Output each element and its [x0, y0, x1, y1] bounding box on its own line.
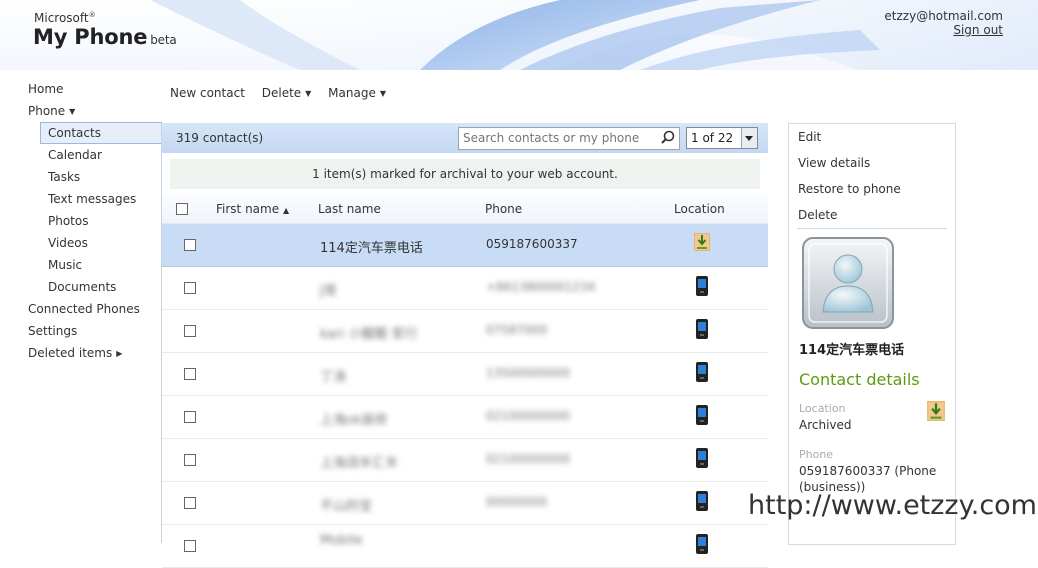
table-row[interactable]: 不山的宝 00000000 — [162, 482, 768, 525]
row-checkbox[interactable] — [184, 497, 196, 509]
delete-menu[interactable]: Delete ▼ — [262, 83, 312, 104]
nav-photos[interactable]: Photos — [0, 210, 162, 232]
row-phone: 07587000 — [486, 323, 548, 337]
phone-icon — [696, 448, 708, 471]
phone-icon — [696, 362, 708, 385]
nav-text-messages[interactable]: Text messages — [0, 188, 162, 210]
header-banner: Microsoft® My Phone beta etzzy@hotmail.co… — [0, 0, 1038, 70]
archival-notice: 1 item(s) marked for archival to your we… — [170, 159, 760, 189]
row-last-name: J哥 — [320, 284, 337, 299]
nav-contacts[interactable]: Contacts — [40, 122, 162, 144]
nav-settings[interactable]: Settings — [0, 320, 162, 342]
phone-icon — [696, 319, 708, 342]
nav-connected-phones[interactable]: Connected Phones — [0, 298, 162, 320]
archive-icon — [927, 401, 945, 424]
nav-tasks[interactable]: Tasks — [0, 166, 162, 188]
column-location[interactable]: Location — [674, 195, 725, 223]
contact-list-panel: 319 contact(s) 1 of 22 1 item(s) marked … — [161, 123, 768, 568]
row-checkbox[interactable] — [184, 325, 196, 337]
avatar — [801, 236, 895, 333]
phone-icon — [696, 405, 708, 428]
sign-out-link[interactable]: Sign out — [953, 23, 1003, 37]
nav-deleted-items[interactable]: Deleted items ▶ — [0, 342, 162, 364]
row-checkbox[interactable] — [184, 540, 196, 552]
row-last-name: Mobile — [320, 533, 363, 548]
contact-details-panel: Edit View details Restore to phone Delet… — [788, 123, 956, 545]
row-last-name: 114定汽车票电话 — [320, 241, 423, 256]
nav-videos[interactable]: Videos — [0, 232, 162, 254]
restore-to-phone-action[interactable]: Restore to phone — [789, 176, 955, 202]
phone-icon — [696, 534, 708, 557]
manage-menu[interactable]: Manage ▼ — [328, 83, 386, 104]
view-details-action[interactable]: View details — [789, 150, 955, 176]
column-phone[interactable]: Phone — [485, 195, 522, 223]
edit-action[interactable]: Edit — [789, 124, 955, 150]
search-box — [458, 127, 680, 150]
sort-ascending-icon: ▲ — [282, 206, 290, 215]
divider — [797, 228, 947, 229]
archive-icon — [694, 233, 710, 254]
table-row[interactable]: Mobile — [162, 525, 768, 568]
nav-phone[interactable]: Phone ▼ — [0, 100, 162, 122]
row-phone: +8613800001234 — [486, 280, 596, 294]
nav-documents[interactable]: Documents — [0, 276, 162, 298]
nav-calendar[interactable]: Calendar — [0, 144, 162, 166]
row-last-name: 上海ok装修 — [320, 413, 388, 428]
table-row[interactable]: kari 小醒醒 家行 07587000 — [162, 310, 768, 353]
microsoft-wordmark: Microsoft® — [34, 11, 96, 25]
new-contact-button[interactable]: New contact — [170, 83, 245, 103]
table-row[interactable]: 114定汽车票电话 059187600337 — [162, 224, 768, 267]
row-checkbox[interactable] — [184, 282, 196, 294]
page-selector[interactable]: 1 of 22 — [686, 127, 758, 149]
chevron-right-icon: ▶ — [116, 349, 123, 358]
phone-label: Phone — [799, 448, 834, 461]
contact-details-title: Contact details — [799, 370, 920, 389]
phone-icon — [696, 276, 708, 299]
search-input[interactable] — [459, 128, 657, 147]
contact-count: 319 contact(s) — [176, 131, 264, 145]
contact-name: 114定汽车票电话 — [799, 343, 905, 358]
location-label: Location — [799, 402, 846, 415]
chevron-down-icon: ▼ — [305, 89, 312, 98]
chevron-down-icon: ▼ — [379, 89, 386, 98]
left-navigation: Home Phone ▼ Contacts Calendar Tasks Text… — [0, 78, 162, 364]
list-header-bar: 319 contact(s) 1 of 22 — [162, 123, 768, 153]
row-last-name: 上海润丰汇丰 — [320, 456, 399, 471]
column-last-name[interactable]: Last name — [318, 195, 381, 223]
column-first-name[interactable]: First name ▲ — [216, 195, 289, 225]
search-icon[interactable] — [659, 129, 677, 147]
row-phone: 13500000000 — [486, 366, 570, 380]
nav-music[interactable]: Music — [0, 254, 162, 276]
delete-action[interactable]: Delete — [789, 202, 955, 228]
user-email: etzzy@hotmail.com — [884, 9, 1003, 23]
row-last-name: 丁涛 — [320, 370, 347, 385]
row-phone: 02100000000 — [486, 452, 570, 466]
table-row[interactable]: 上海润丰汇丰 02100000000 — [162, 439, 768, 482]
toolbar: New contact Delete ▼ Manage ▼ — [170, 83, 399, 103]
column-headers: First name ▲ Last name Phone Location — [162, 195, 768, 224]
row-last-name: 不山的宝 — [320, 499, 373, 514]
page-selector-value: 1 of 22 — [691, 131, 734, 145]
row-checkbox[interactable] — [184, 239, 196, 251]
row-checkbox[interactable] — [184, 454, 196, 466]
phone-icon — [696, 491, 708, 514]
beta-label: beta — [150, 33, 177, 47]
row-phone: 00000000 — [486, 495, 548, 509]
table-row[interactable]: 上海ok装修 02100000000 — [162, 396, 768, 439]
row-phone: 059187600337 — [486, 237, 578, 251]
table-row[interactable]: J哥 +8613800001234 — [162, 267, 768, 310]
select-all-checkbox[interactable] — [176, 203, 188, 215]
row-checkbox[interactable] — [184, 411, 196, 423]
row-checkbox[interactable] — [184, 368, 196, 380]
row-phone: 02100000000 — [486, 409, 570, 423]
row-last-name: kari 小醒醒 家行 — [320, 327, 418, 342]
watermark-text: http://www.etzzy.com — [748, 490, 1037, 521]
product-logo: My Phone beta — [33, 25, 177, 49]
table-row[interactable]: 丁涛 13500000000 — [162, 353, 768, 396]
chevron-down-icon: ▼ — [69, 107, 76, 116]
dropdown-arrow-icon[interactable] — [741, 128, 757, 148]
nav-home[interactable]: Home — [0, 78, 162, 100]
